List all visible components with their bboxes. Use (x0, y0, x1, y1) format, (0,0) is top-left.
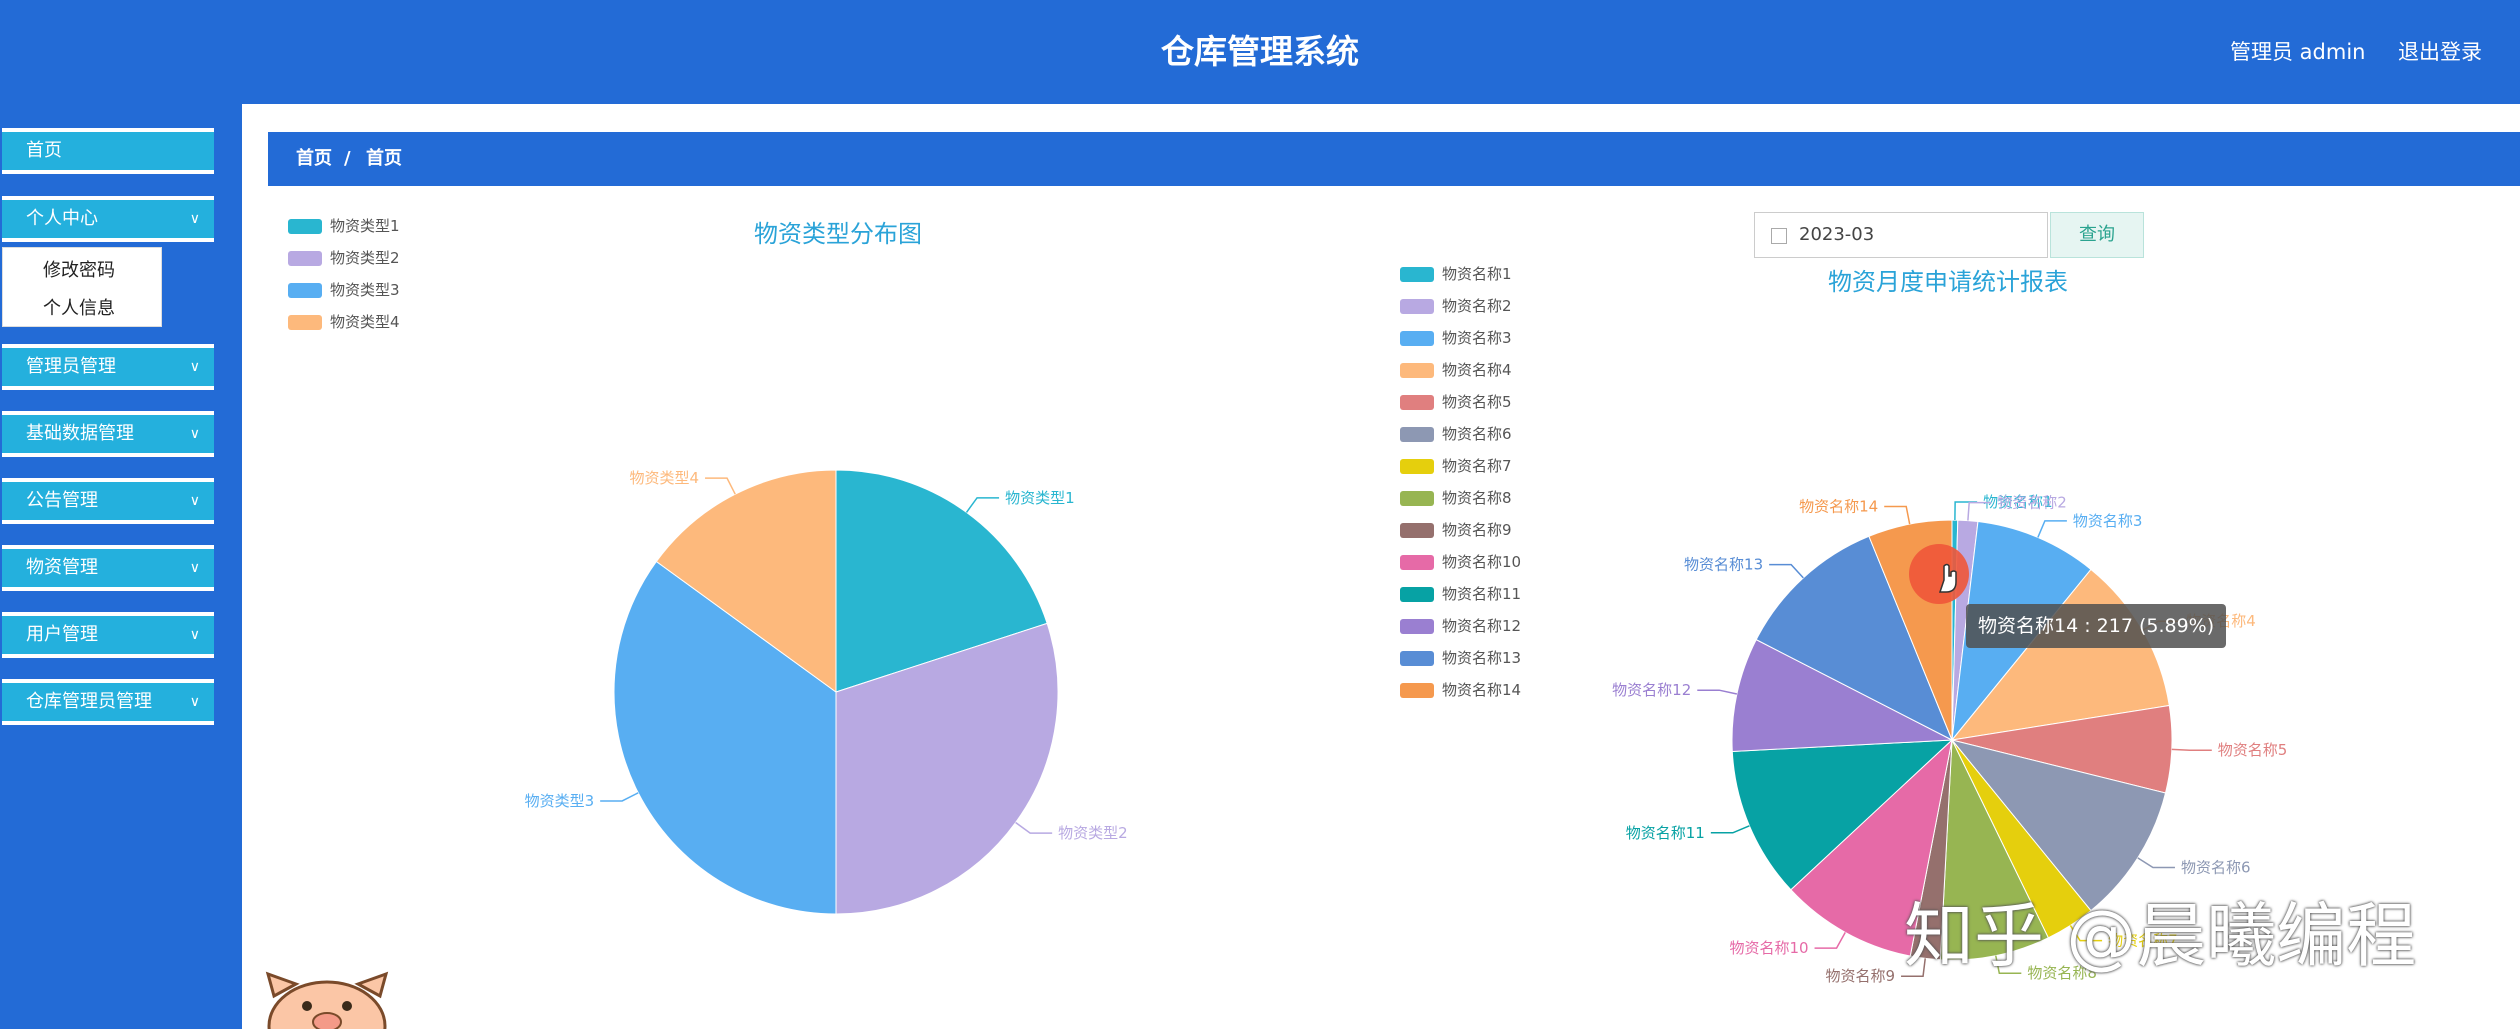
watermark: 知乎 @晨曦编程 (1904, 895, 2417, 977)
label-leader-line (2171, 748, 2212, 751)
label-leader-line (1697, 689, 1738, 695)
pie-slice-label: 物资名称13 (1684, 556, 1763, 574)
query-button[interactable]: 查询 (2050, 212, 2144, 258)
label-leader-line (1710, 825, 1750, 834)
pie-slice-label: 物资名称2 (1997, 494, 2067, 512)
label-leader-line (2137, 857, 2175, 869)
label-leader-line (1769, 563, 1804, 579)
label-leader-line (1884, 505, 1911, 525)
month-picker-input[interactable]: 2023-03 (1754, 212, 2048, 258)
pie-slice-label: 物资名称5 (2218, 741, 2288, 759)
cursor-highlight-icon (1909, 544, 1969, 604)
month-picker-value: 2023-03 (1799, 224, 1875, 245)
pie-slice-label: 物资名称10 (1729, 939, 1808, 957)
monthly-application-pie-chart: 物资名称1物资名称2物资名称3物资名称4物资名称5物资名称6物资名称7物资名称8… (1612, 493, 2288, 985)
label-leader-line (1954, 501, 1978, 521)
label-leader-line (2037, 520, 2067, 538)
pie-slice-label: 物资名称9 (1826, 967, 1896, 985)
pie-slice-label: 物资名称14 (1799, 497, 1878, 515)
label-leader-line (1814, 932, 1846, 949)
chart-tooltip: 物资名称14 : 217 (5.89%) (1966, 604, 2227, 648)
pie-slice-label: 物资名称12 (1612, 681, 1691, 699)
pie-slice-label: 物资名称11 (1626, 824, 1705, 842)
calendar-icon (1771, 228, 1787, 244)
pie-slice-label: 物资名称3 (2073, 512, 2143, 530)
pie-slice-label: 物资名称6 (2181, 859, 2251, 877)
pig-mascot-icon (265, 971, 389, 1029)
